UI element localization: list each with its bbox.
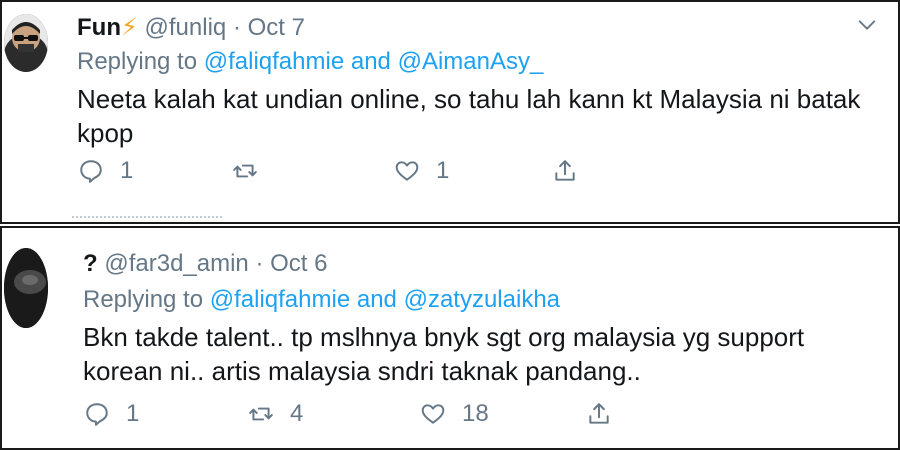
replying-to: Replying to @faliqfahmie and @AimanAsy_: [77, 48, 543, 76]
avatar[interactable]: [4, 14, 48, 72]
separator-dot: ·: [255, 250, 264, 277]
reply-icon: [86, 403, 108, 426]
tweet-card[interactable]: ? @far3d_amin · Oct 6 Replying to @faliq…: [0, 226, 900, 450]
tweet-actions: 1 4 18: [2, 396, 898, 432]
reply-icon: [80, 160, 102, 183]
like-button[interactable]: 18: [420, 396, 489, 432]
share-button[interactable]: [552, 153, 578, 189]
retweet-button[interactable]: 4: [248, 396, 303, 432]
reply-count: 1: [126, 400, 140, 427]
tweet-date[interactable]: Oct 6: [270, 250, 327, 277]
display-name[interactable]: ?: [83, 250, 98, 277]
like-count: 1: [436, 157, 450, 184]
next-item-peek: [72, 216, 222, 222]
display-name[interactable]: Fun: [77, 14, 121, 41]
retweet-icon: [249, 407, 273, 421]
replying-label: Replying to: [77, 48, 198, 75]
separator-dot: ·: [232, 14, 241, 41]
mention-joiner: and: [356, 286, 397, 313]
tweet-text: Bkn takde talent.. tp mslhnya bnyk sgt o…: [83, 322, 805, 386]
tweet-header: ? @far3d_amin · Oct 6: [83, 250, 327, 278]
tweet-date[interactable]: Oct 7: [248, 14, 305, 41]
mention-link[interactable]: @faliqfahmie: [210, 286, 350, 313]
like-icon: [395, 161, 419, 181]
tweet-header: Fun⚡ @funliq · Oct 7: [77, 14, 305, 42]
user-handle[interactable]: @funliq: [145, 14, 227, 41]
user-handle[interactable]: @far3d_amin: [104, 250, 248, 277]
lightning-emoji-icon: ⚡: [120, 14, 138, 41]
tweet-card[interactable]: Fun⚡ @funliq · Oct 7 Replying to @faliqf…: [0, 0, 900, 224]
retweet-button[interactable]: [232, 153, 274, 189]
mention-link[interactable]: @AimanAsy_: [398, 48, 544, 75]
replying-label: Replying to: [83, 286, 204, 313]
share-icon: [589, 403, 609, 424]
mention-joiner: and: [350, 48, 391, 75]
replying-to: Replying to @faliqfahmie and @zatyzulaik…: [83, 286, 560, 314]
like-icon: [421, 404, 445, 424]
mention-link[interactable]: @faliqfahmie: [204, 48, 344, 75]
avatar-image: [4, 14, 48, 72]
tweet-actions: 1 1: [2, 153, 898, 189]
avatar[interactable]: [4, 248, 48, 328]
reply-count: 1: [120, 157, 134, 184]
chevron-down-icon[interactable]: [856, 14, 878, 36]
like-count: 18: [462, 400, 489, 427]
share-icon: [555, 160, 575, 181]
share-button[interactable]: [586, 396, 612, 432]
retweet-count: 4: [290, 400, 304, 427]
avatar-image: [4, 248, 48, 328]
reply-button[interactable]: 1: [84, 396, 139, 432]
mention-link[interactable]: @zatyzulaikha: [404, 286, 560, 313]
like-button[interactable]: 1: [394, 153, 449, 189]
retweet-icon: [233, 164, 257, 178]
reply-button[interactable]: 1: [78, 153, 133, 189]
tweet-text: Neeta kalah kat undian online, so tahu l…: [77, 84, 861, 148]
